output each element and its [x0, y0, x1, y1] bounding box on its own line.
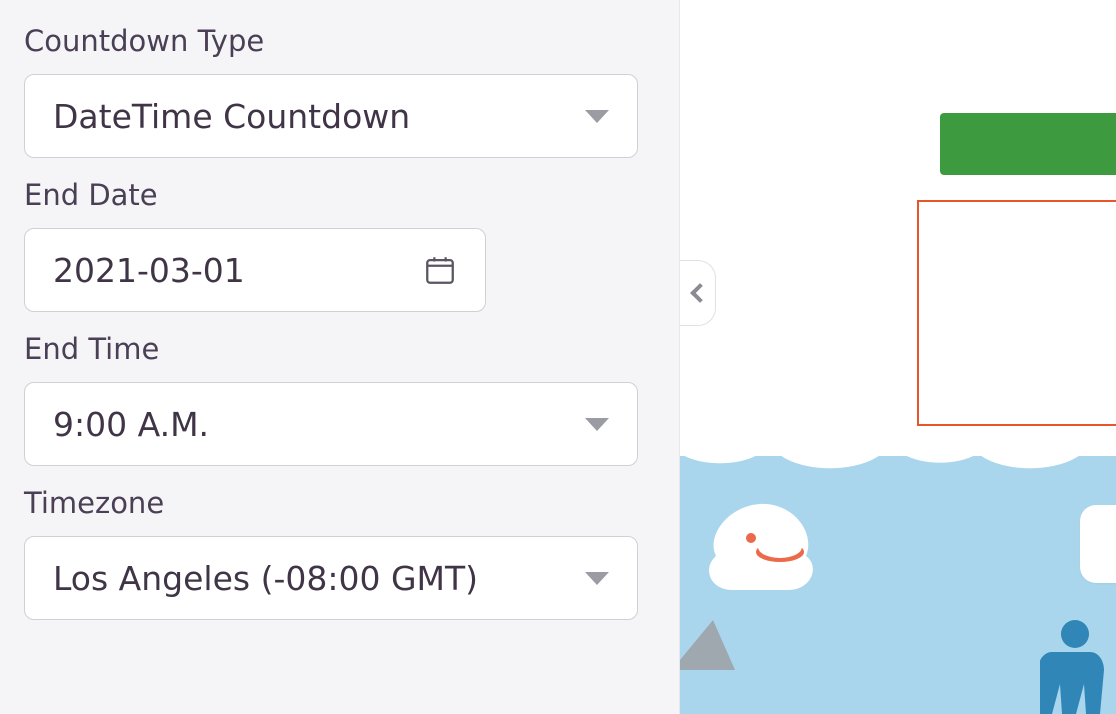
end-date-label: End Date	[24, 178, 655, 212]
end-time-label: End Time	[24, 332, 655, 366]
end-date-input[interactable]: 2021-03-01	[24, 228, 486, 312]
countdown-type-value: DateTime Countdown	[53, 97, 585, 136]
timezone-field: Timezone Los Angeles (-08:00 GMT)	[24, 486, 655, 620]
calendar-icon	[423, 253, 457, 287]
chevron-left-icon	[690, 283, 710, 303]
end-time-select[interactable]: 9:00 A.M.	[24, 382, 638, 466]
settings-sidebar: Countdown Type DateTime Countdown End Da…	[0, 0, 680, 714]
end-date-field: End Date 2021-03-01	[24, 178, 655, 312]
countdown-type-select[interactable]: DateTime Countdown	[24, 74, 638, 158]
chevron-down-icon	[585, 418, 609, 431]
chevron-down-icon	[585, 572, 609, 585]
preview-canvas	[680, 0, 1116, 714]
timezone-select[interactable]: Los Angeles (-08:00 GMT)	[24, 536, 638, 620]
preview-green-button	[940, 113, 1116, 175]
end-time-value: 9:00 A.M.	[53, 405, 585, 444]
cloud-character-icon	[702, 494, 822, 604]
timezone-label: Timezone	[24, 486, 655, 520]
timezone-value: Los Angeles (-08:00 GMT)	[53, 559, 585, 598]
countdown-type-field: Countdown Type DateTime Countdown	[24, 24, 655, 158]
chevron-down-icon	[585, 110, 609, 123]
person-silhouette-icon	[1040, 620, 1110, 714]
collapse-sidebar-button[interactable]	[680, 260, 716, 326]
end-time-field: End Time 9:00 A.M.	[24, 332, 655, 466]
end-date-value: 2021-03-01	[53, 251, 423, 290]
preview-wave	[680, 438, 1116, 498]
preview-selected-element[interactable]	[917, 200, 1116, 426]
countdown-type-label: Countdown Type	[24, 24, 655, 58]
preview-white-card	[1080, 505, 1116, 583]
